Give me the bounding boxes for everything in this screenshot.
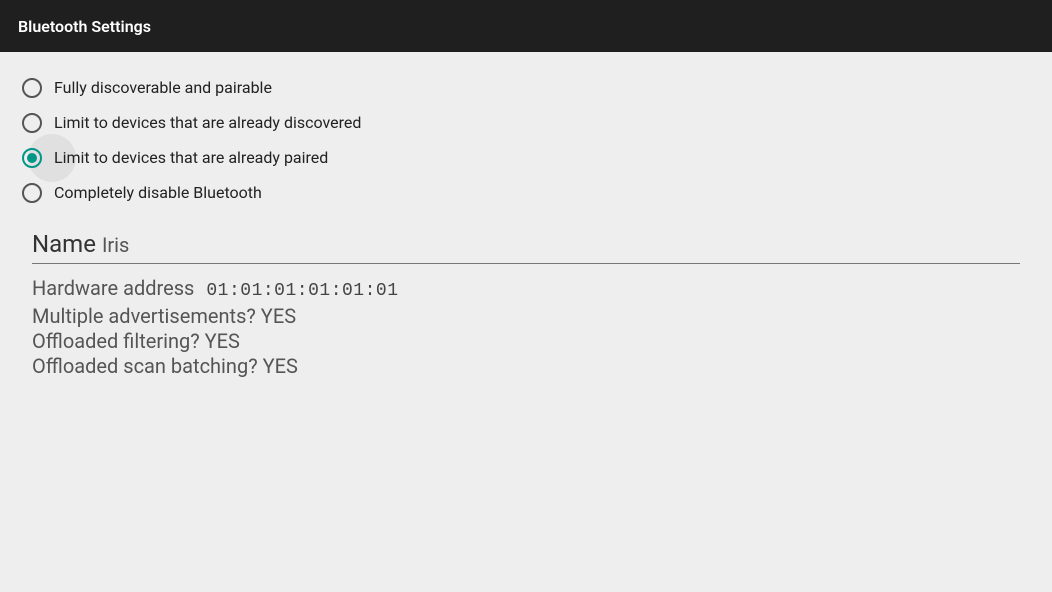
hardware-address-label: Hardware address [32,276,194,300]
multiple-ads-line: Multiple advertisements? YES [32,304,1020,328]
radio-label: Completely disable Bluetooth [54,183,262,202]
radio-button-icon [22,113,42,133]
name-label: Name [32,230,96,258]
bluetooth-mode-radio-group: Fully discoverable and pairable Limit to… [0,52,1052,218]
radio-limit-paired[interactable]: Limit to devices that are already paired [22,140,1030,175]
offloaded-filtering-line: Offloaded filtering? YES [32,329,1020,353]
hardware-address-value: 01:01:01:01:01:01 [206,281,398,303]
content-area: Fully discoverable and pairable Limit to… [0,52,1052,378]
radio-label: Limit to devices that are already discov… [54,113,361,132]
appbar: Bluetooth Settings [0,0,1052,52]
offloaded-scan-batching-line: Offloaded scan batching? YES [32,354,1020,378]
radio-button-icon [22,78,42,98]
hardware-address-line: Hardware address 01:01:01:01:01:01 [32,276,1020,303]
radio-button-icon [22,148,42,168]
radio-limit-discovered[interactable]: Limit to devices that are already discov… [22,105,1030,140]
radio-disable-bluetooth[interactable]: Completely disable Bluetooth [22,175,1030,210]
page-title: Bluetooth Settings [18,17,151,36]
radio-label: Limit to devices that are already paired [54,148,328,167]
radio-fully-discoverable[interactable]: Fully discoverable and pairable [22,70,1030,105]
name-input[interactable] [102,231,1020,259]
name-field-row: Name [32,230,1020,264]
radio-button-icon [22,183,42,203]
details-section: Name Hardware address 01:01:01:01:01:01 … [0,218,1052,378]
radio-label: Fully discoverable and pairable [54,78,272,97]
